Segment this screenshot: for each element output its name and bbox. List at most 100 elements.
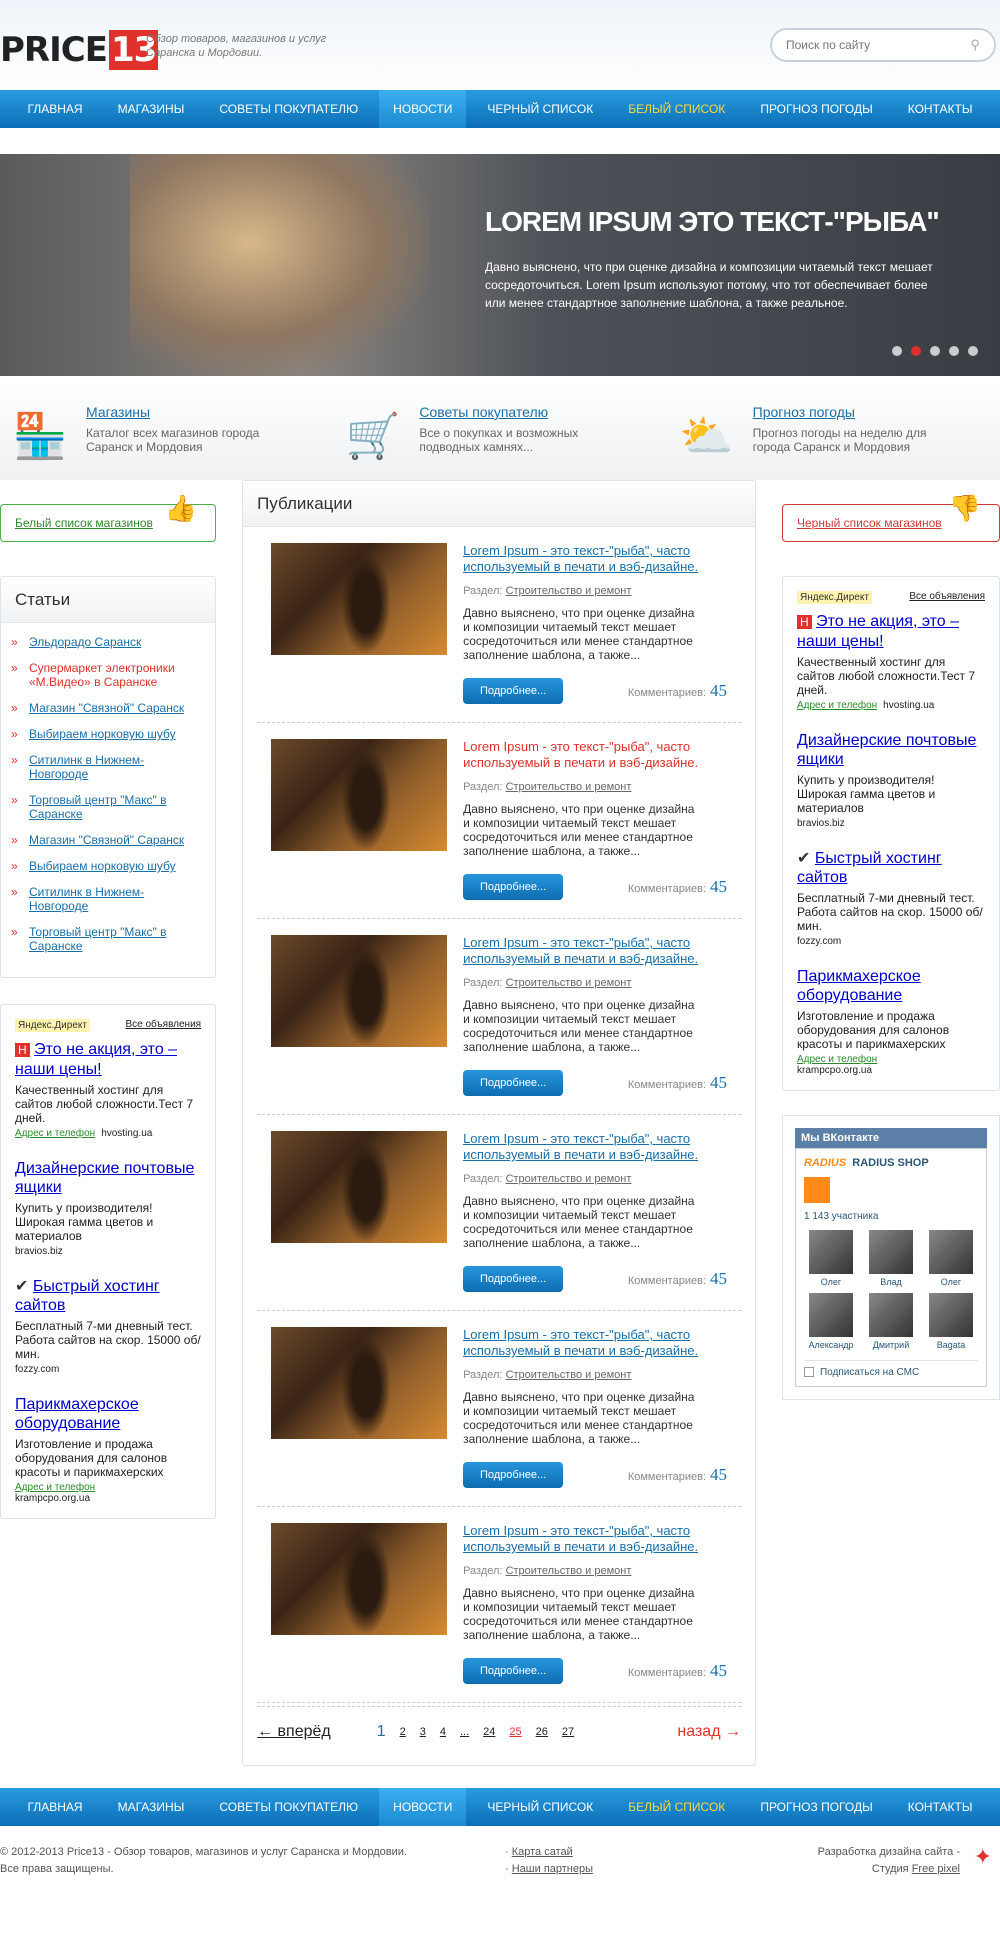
ad-title[interactable]: Быстрый хостинг сайтов	[797, 850, 942, 886]
publication-image[interactable]	[271, 1131, 448, 1243]
nav-blacklist[interactable]: Черный список	[473, 1788, 607, 1826]
page-link[interactable]: 27	[562, 1726, 574, 1738]
publication-title[interactable]: Lorem Ipsum - это текст-"рыба", часто ис…	[463, 1327, 698, 1358]
nav-whitelist[interactable]: Белый список	[614, 1788, 739, 1826]
nav-shops[interactable]: Магазины	[104, 1788, 199, 1826]
section-link[interactable]: Строительство и ремонт	[506, 1173, 632, 1185]
ad-title[interactable]: Дизайнерские почтовые ящики	[15, 1160, 194, 1196]
more-button[interactable]: Подробнее...	[463, 1462, 564, 1488]
site-logo[interactable]: PRICE 13	[0, 30, 159, 70]
slider-dot[interactable]	[930, 346, 940, 356]
page-link-current[interactable]: 1	[377, 1723, 386, 1741]
article-link[interactable]: Магазин "Связной" Саранск	[29, 701, 184, 715]
ad-url[interactable]: Адрес и телефон	[797, 1054, 877, 1065]
publication-image[interactable]	[271, 543, 448, 655]
section-link[interactable]: Строительство и ремонт	[506, 781, 632, 793]
nav-home[interactable]: Главная	[14, 1788, 97, 1826]
vk-member[interactable]: Дмитрий	[864, 1293, 918, 1350]
publication-image[interactable]	[271, 1523, 448, 1635]
publication-title[interactable]: Lorem Ipsum - это текст-"рыба", часто ис…	[463, 1131, 698, 1162]
vk-shop-logo[interactable]	[803, 1177, 830, 1203]
vk-member-count[interactable]: 1 143 участника	[804, 1211, 978, 1222]
feature-tips-link[interactable]: Советы покупателю	[419, 404, 548, 420]
ad-title[interactable]: Быстрый хостинг сайтов	[15, 1278, 160, 1314]
pager-prev[interactable]: ← вперёд	[257, 1723, 331, 1740]
studio-link[interactable]: Free pixel	[912, 1863, 960, 1875]
page-link[interactable]: 3	[420, 1726, 426, 1738]
ad-title[interactable]: Это не акция, это – наши цены!	[797, 613, 959, 650]
nav-contacts[interactable]: Контакты	[894, 90, 987, 128]
feature-weather-link[interactable]: Прогноз погоды	[753, 404, 855, 420]
vk-shop-name[interactable]: RADIUS SHOP	[852, 1157, 928, 1169]
slider-dot-active[interactable]	[911, 346, 921, 356]
slider-dot[interactable]	[949, 346, 959, 356]
direct-all-link[interactable]: Все объявления	[125, 1019, 201, 1032]
publication-image[interactable]	[271, 1327, 448, 1439]
page-link[interactable]: 4	[440, 1726, 446, 1738]
article-link[interactable]: Супермаркет электроники «М.Видео» в Сара…	[29, 661, 201, 689]
page-link[interactable]: 24	[483, 1726, 495, 1738]
vk-sms-subscribe[interactable]: Подписаться на СМС	[803, 1360, 978, 1378]
publication-title[interactable]: Lorem Ipsum - это текст-"рыба", часто ис…	[463, 739, 698, 770]
publication-title[interactable]: Lorem Ipsum - это текст-"рыба", часто ис…	[463, 1523, 698, 1554]
article-link[interactable]: Ситилинк в Нижнем-Новгороде	[29, 753, 201, 781]
section-link[interactable]: Строительство и ремонт	[506, 585, 632, 597]
ad-url[interactable]: Адрес и телефон	[797, 700, 877, 711]
nav-news[interactable]: Новости	[379, 90, 467, 128]
more-button[interactable]: Подробнее...	[463, 1266, 564, 1292]
more-button[interactable]: Подробнее...	[463, 1658, 564, 1684]
nav-tips[interactable]: Советы покупателю	[205, 1788, 372, 1826]
nav-whitelist[interactable]: Белый список	[614, 90, 739, 128]
vk-member[interactable]: Александр	[804, 1293, 858, 1350]
page-link-selected[interactable]: 25	[509, 1726, 521, 1738]
nav-contacts[interactable]: Контакты	[894, 1788, 987, 1826]
nav-home[interactable]: Главная	[14, 90, 97, 128]
section-link[interactable]: Строительство и ремонт	[506, 1565, 632, 1577]
feature-shops-link[interactable]: Магазины	[86, 404, 150, 420]
checkbox[interactable]	[803, 1367, 814, 1378]
ad-url[interactable]: Адрес и телефон	[15, 1482, 95, 1493]
section-link[interactable]: Строительство и ремонт	[506, 977, 632, 989]
pager-next[interactable]: назад →	[677, 1723, 741, 1740]
publication-image[interactable]	[271, 935, 448, 1047]
black-list-button[interactable]: Черный список магазинов 👎	[781, 493, 1000, 542]
sitemap-link[interactable]: Карта сатай	[512, 1846, 573, 1858]
more-button[interactable]: Подробнее...	[463, 1070, 564, 1096]
vk-member[interactable]: Олег	[924, 1230, 978, 1287]
white-list-button[interactable]: Белый список магазинов 👍	[0, 493, 217, 542]
article-link[interactable]: Магазин "Связной" Саранск	[29, 833, 184, 847]
nav-news[interactable]: Новости	[379, 1788, 467, 1826]
page-link[interactable]: 26	[536, 1726, 548, 1738]
section-link[interactable]: Строительство и ремонт	[506, 1369, 632, 1381]
publication-image[interactable]	[271, 739, 448, 851]
ad-title[interactable]: Дизайнерские почтовые ящики	[797, 732, 976, 768]
slider-dot[interactable]	[968, 346, 978, 356]
slider-dot[interactable]	[892, 346, 902, 356]
search-input[interactable]	[786, 38, 971, 52]
search-box[interactable]: ⚲	[770, 28, 996, 62]
vk-header[interactable]: Мы ВКонтакте	[794, 1128, 987, 1148]
nav-blacklist[interactable]: Черный список	[473, 90, 607, 128]
publication-title[interactable]: Lorem Ipsum - это текст-"рыба", часто ис…	[463, 935, 698, 966]
nav-shops[interactable]: Магазины	[104, 90, 199, 128]
publication-title[interactable]: Lorem Ipsum - это текст-"рыба", часто ис…	[463, 543, 698, 574]
article-link[interactable]: Торговый центр "Макс" в Саранске	[29, 793, 201, 821]
search-icon[interactable]: ⚲	[970, 37, 980, 53]
article-link[interactable]: Выбираем норковую шубу	[29, 727, 176, 741]
page-link[interactable]: 2	[400, 1726, 406, 1738]
ad-url[interactable]: Адрес и телефон	[15, 1128, 95, 1139]
vk-member[interactable]: Влад	[864, 1230, 918, 1287]
direct-all-link[interactable]: Все объявления	[909, 591, 985, 604]
ad-title[interactable]: Это не акция, это – наши цены!	[15, 1041, 177, 1078]
hero-slider[interactable]: LOREM IPSUM ЭТО ТЕКСТ-"РЫБА" Давно выясн…	[0, 154, 1000, 376]
black-list-link[interactable]: Черный список магазинов	[797, 516, 942, 530]
vk-member[interactable]: Олег	[804, 1230, 858, 1287]
article-link[interactable]: Торговый центр "Макс" в Саранске	[29, 925, 201, 953]
page-ellipsis[interactable]: ...	[460, 1726, 469, 1738]
white-list-link[interactable]: Белый список магазинов	[15, 516, 153, 530]
ad-title[interactable]: Парикмахерское оборудование	[15, 1396, 139, 1432]
partners-link[interactable]: Наши партнеры	[512, 1863, 593, 1875]
article-link[interactable]: Эльдорадо Саранск	[29, 635, 141, 649]
nav-weather[interactable]: Прогноз погоды	[746, 90, 886, 128]
vk-member[interactable]: Bagata	[924, 1293, 978, 1350]
